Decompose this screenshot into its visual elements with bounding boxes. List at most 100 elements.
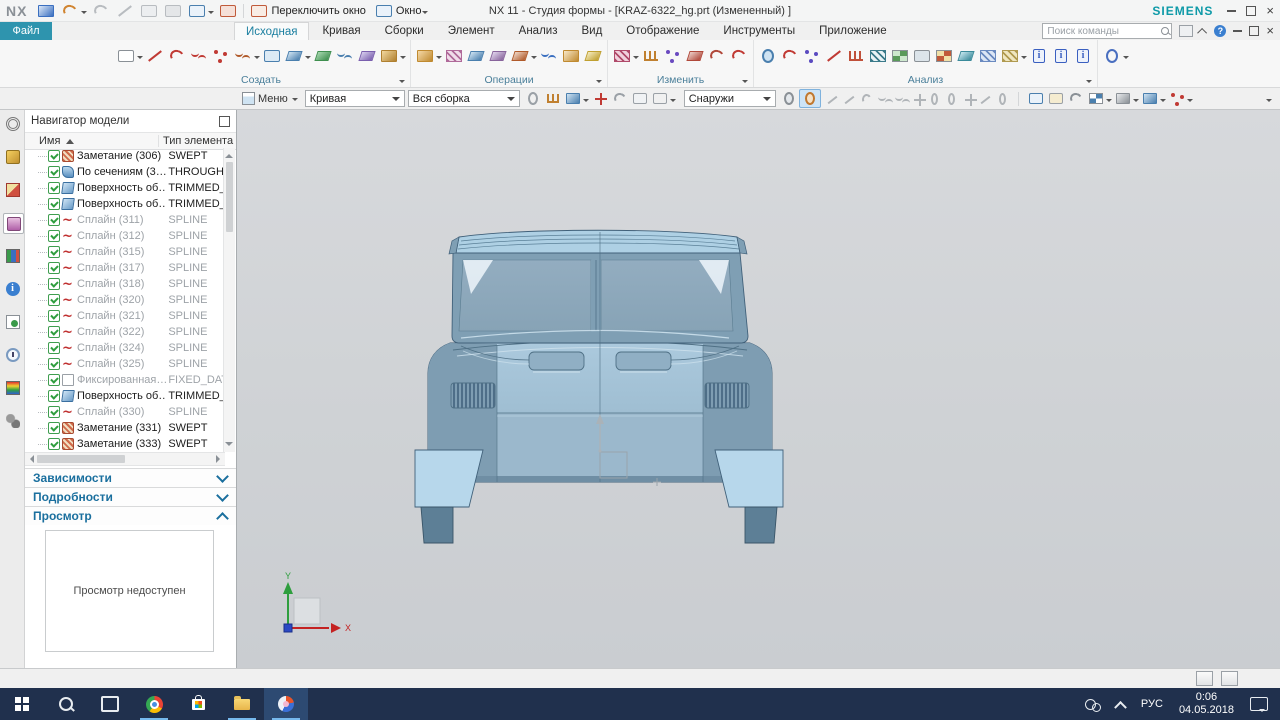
through-curves[interactable]	[334, 46, 356, 66]
column-header-name[interactable]: Имя	[25, 135, 158, 147]
snap-vertex[interactable]	[909, 91, 926, 107]
minimize-ribbon-icon[interactable]	[1197, 27, 1208, 38]
line[interactable]	[144, 46, 166, 66]
settings-gear-icon[interactable]	[3, 114, 22, 133]
reflection-map[interactable]	[889, 46, 911, 66]
ribbon-tab[interactable]: Вид	[570, 22, 613, 40]
Сплайн (324)[interactable]: Сплайн (324) SPLINE	[25, 340, 225, 356]
touch-mode[interactable]	[217, 2, 239, 20]
section-analysis[interactable]	[757, 46, 779, 66]
web-browser-icon[interactable]	[3, 279, 22, 298]
visibility-checkbox-icon[interactable]	[48, 422, 60, 434]
action-center-icon[interactable]	[1250, 697, 1268, 712]
panel-pin-icon[interactable]	[219, 115, 230, 127]
Сплайн (325)[interactable]: Сплайн (325) SPLINE	[25, 356, 225, 372]
snap-quadrant[interactable]	[943, 91, 960, 107]
filter-cube[interactable]	[563, 90, 590, 107]
snap-point-sphere[interactable]	[798, 89, 821, 108]
switch-window-button[interactable]: Переключить окно	[248, 2, 366, 20]
restore-button[interactable]	[1246, 5, 1257, 16]
nx-app[interactable]	[264, 688, 308, 720]
tray-expand-icon[interactable]	[1114, 700, 1127, 714]
command-search-input[interactable]	[1042, 23, 1173, 39]
through-curve-mesh[interactable]	[538, 46, 560, 66]
deform-surface[interactable]	[640, 46, 662, 66]
visibility-checkbox-icon[interactable]	[48, 278, 60, 290]
snap-intersection[interactable]	[960, 91, 977, 107]
visibility-checkbox-icon[interactable]	[48, 438, 60, 450]
window-menu-button[interactable]: Окно	[373, 2, 430, 20]
snap-bounded[interactable]	[994, 91, 1011, 107]
studio-spline[interactable]	[188, 46, 210, 66]
shell[interactable]	[378, 46, 407, 66]
snap-midpoint[interactable]	[841, 91, 858, 107]
arc[interactable]	[166, 46, 188, 66]
scope-combo[interactable]: Вся сборка	[407, 90, 520, 107]
group-dialog-icon[interactable]	[742, 79, 748, 86]
people-icon[interactable]	[1084, 698, 1101, 712]
snap-point-on-curve[interactable]	[977, 91, 994, 107]
bounded-plane[interactable]	[560, 46, 582, 66]
snap-arc[interactable]	[858, 91, 875, 107]
add-to-selection[interactable]	[590, 90, 610, 107]
cut[interactable]	[114, 2, 136, 20]
Сплайн (311)[interactable]: Сплайн (311) SPLINE	[25, 212, 225, 228]
smooth-surface[interactable]	[684, 46, 706, 66]
rotate-point-sphere[interactable]	[779, 89, 799, 108]
lasso-select[interactable]	[650, 90, 677, 107]
grid-analysis[interactable]	[977, 46, 999, 66]
face-curvature[interactable]	[933, 46, 955, 66]
Заметание (306)[interactable]: Заметание (306) SWEPT	[25, 148, 225, 164]
inside-outside-combo[interactable]: Снаружи	[683, 90, 776, 107]
group-dialog-icon[interactable]	[399, 79, 405, 86]
task-view[interactable]	[88, 688, 132, 720]
explorer-app[interactable]	[220, 688, 264, 720]
show-hide[interactable]	[1167, 90, 1194, 107]
ribbon-tab[interactable]: Инструменты	[712, 22, 806, 40]
ribbon-tab[interactable]: Приложение	[808, 22, 897, 40]
box[interactable]	[261, 46, 283, 66]
selection-hand[interactable]	[543, 90, 563, 107]
type-filter-combo[interactable]: Кривая	[304, 90, 405, 107]
visibility-checkbox-icon[interactable]	[48, 166, 60, 178]
x-trim[interactable]	[509, 46, 538, 66]
Заметание (333)[interactable]: Заметание (333) SWEPT	[25, 436, 225, 452]
Сплайн (312)[interactable]: Сплайн (312) SPLINE	[25, 228, 225, 244]
ruled-surface[interactable]	[312, 46, 334, 66]
По сечениям (3…[interactable]: По сечениям (3… THROUGH_C	[25, 164, 225, 180]
gauge-ruler[interactable]	[999, 46, 1028, 66]
edit-pole[interactable]	[662, 46, 684, 66]
language-indicator[interactable]: РУС	[1141, 698, 1163, 710]
more-curves[interactable]	[232, 46, 261, 66]
tree-vertical-scrollbar[interactable]	[223, 148, 235, 452]
close-button[interactable]: ×	[1266, 4, 1274, 17]
Сплайн (321)[interactable]: Сплайн (321) SPLINE	[25, 308, 225, 324]
view-layout[interactable]	[1086, 90, 1113, 107]
visibility-checkbox-icon[interactable]	[48, 182, 60, 194]
status-window-icon[interactable]	[1221, 671, 1238, 686]
visibility-checkbox-icon[interactable]	[48, 150, 60, 162]
panel-toggle-icon[interactable]	[1179, 25, 1194, 37]
section-dependencies[interactable]: Зависимости	[25, 468, 236, 487]
Сплайн (317)[interactable]: Сплайн (317) SPLINE	[25, 260, 225, 276]
part-navigator-icon[interactable]	[3, 213, 24, 234]
paste[interactable]	[162, 2, 184, 20]
visibility-checkbox-icon[interactable]	[48, 294, 60, 306]
ribbon-tab[interactable]: Исходная	[234, 22, 310, 40]
border-bar-overflow[interactable]	[1266, 98, 1272, 105]
info-spline[interactable]	[1050, 46, 1072, 66]
reuse-library-icon[interactable]	[3, 246, 22, 265]
Сплайн (322)[interactable]: Сплайн (322) SPLINE	[25, 324, 225, 340]
command-search[interactable]	[1042, 23, 1173, 39]
highlight-window[interactable]	[630, 90, 650, 107]
measure-line[interactable]	[823, 46, 845, 66]
taskbar-clock[interactable]: 0:06 04.05.2018	[1179, 691, 1234, 717]
taskbar-search[interactable]	[44, 688, 88, 720]
Сплайн (320)[interactable]: Сплайн (320) SPLINE	[25, 292, 225, 308]
visibility-checkbox-icon[interactable]	[48, 198, 60, 210]
visibility-checkbox-icon[interactable]	[48, 406, 60, 418]
render-style[interactable]	[1113, 90, 1140, 107]
graphics-viewport[interactable]: Y X	[237, 110, 1280, 668]
roles-palette-icon[interactable]	[3, 378, 22, 397]
doc-restore-button[interactable]	[1249, 26, 1260, 36]
